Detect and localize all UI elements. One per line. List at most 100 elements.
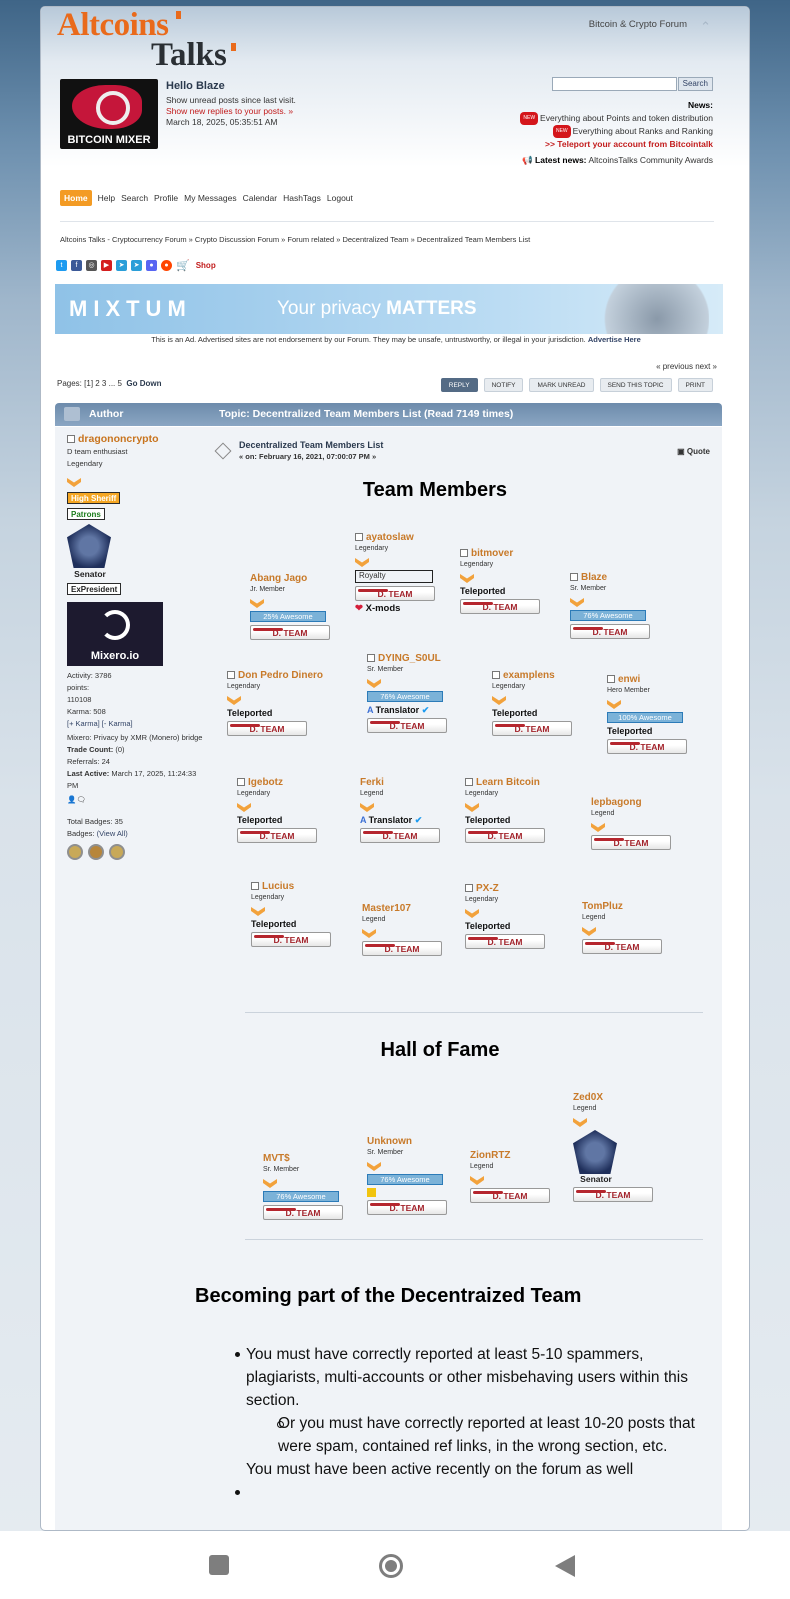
collapse-icon[interactable]: ⌃ — [700, 19, 711, 35]
telegram-icon[interactable]: ➤ — [116, 260, 127, 271]
search-button[interactable]: Search — [677, 77, 713, 91]
menu-help[interactable]: Help — [98, 193, 115, 203]
team-member-name[interactable]: ayatoslaw — [366, 532, 414, 543]
quote-button[interactable]: ▣ Quote — [677, 447, 710, 456]
news-item-1[interactable]: Everything about Points and token distri… — [540, 113, 713, 123]
poster-info: dragononcrypto D team enthusiast Legenda… — [67, 433, 207, 864]
replies-link[interactable]: Show new replies to your posts. — [166, 106, 286, 116]
online-checkbox-icon — [465, 884, 473, 892]
mixero-label: Mixero.io — [90, 650, 140, 662]
online-checkbox-icon — [492, 671, 500, 679]
translate-icon: A — [360, 815, 369, 825]
profile-icon[interactable]: 👤 — [67, 795, 76, 804]
news-panel: News: NEW Everything about Points and tok… — [520, 99, 713, 167]
menu-search[interactable]: Search — [121, 193, 148, 203]
post-title[interactable]: Decentralized Team Members List — [239, 440, 383, 450]
team-member-name[interactable]: Learn Bitcoin — [476, 777, 540, 788]
team-member: ayatoslaw Legendary Royalty D. TEAM ❤ X-mods — [355, 533, 435, 614]
logo-talks[interactable]: Talks — [151, 37, 227, 74]
team-member-name[interactable]: Blaze — [581, 572, 607, 583]
team-member-name[interactable]: Abang Jago — [250, 573, 307, 584]
teleported-badge: Teleported — [607, 726, 653, 736]
print-button[interactable]: PRINT — [677, 378, 713, 392]
twitter-icon[interactable]: t — [56, 260, 67, 271]
dteam-badge: D. TEAM — [573, 1187, 653, 1202]
telegram-icon[interactable]: ➤ — [131, 260, 142, 271]
notify-button[interactable]: NOTIFY — [483, 378, 524, 392]
instagram-icon[interactable]: ◎ — [86, 260, 97, 271]
team-member-name[interactable]: Don Pedro Dinero — [238, 670, 323, 681]
team-member-name[interactable]: lepbagong — [591, 797, 642, 808]
hof-member-name[interactable]: MVT$ — [263, 1153, 290, 1164]
mark-unread-button[interactable]: MARK UNREAD — [529, 378, 594, 392]
hof-member: Zed0X Legend Senator D. TEAM — [573, 1093, 653, 1202]
karma-links[interactable]: [+ Karma] [- Karma] — [67, 718, 207, 730]
hof-member-name[interactable]: Unknown — [367, 1136, 412, 1147]
mixero-banner[interactable]: Mixero.io — [67, 602, 163, 666]
teleported-badge: Teleported — [465, 815, 511, 825]
rank-chevron-icon — [591, 823, 605, 832]
team-member-rank: Legendary — [237, 790, 271, 797]
forum-page: Altcoins Talks Bitcoin & Crypto Forum ⌃ … — [40, 6, 750, 1531]
team-member-name[interactable]: PX-Z — [476, 883, 499, 894]
signature-text: Mixero: Privacy by XMR (Monero) bridge — [67, 733, 203, 742]
menu-calendar[interactable]: Calendar — [243, 193, 278, 203]
circle-icon[interactable] — [379, 1554, 403, 1578]
search-input[interactable] — [551, 77, 677, 91]
advertise-link[interactable]: Advertise Here — [588, 335, 641, 344]
bitcoin-mixer-banner[interactable]: BITCOIN MIXER — [60, 79, 158, 149]
dteam-badge: D. TEAM — [355, 586, 435, 601]
team-member-name[interactable]: TomPluz — [582, 901, 623, 912]
team-member-name[interactable]: Igebotz — [248, 777, 283, 788]
youtube-icon[interactable]: ▶ — [101, 260, 112, 271]
news-item-2[interactable]: Everything about Ranks and Ranking — [573, 126, 713, 136]
team-member-name[interactable]: DYING_S0UL — [378, 653, 441, 664]
facebook-icon[interactable]: f — [71, 260, 82, 271]
patrons-badge: Patrons — [67, 508, 105, 520]
send-topic-button[interactable]: SEND THIS TOPIC — [599, 378, 672, 392]
unread-link[interactable]: Show unread posts since last visit. — [166, 95, 296, 105]
team-member-name[interactable]: bitmover — [471, 548, 513, 559]
latest-news-link[interactable]: AltcoinsTalks Community Awards — [588, 155, 713, 165]
menu-messages[interactable]: My Messages — [184, 193, 236, 203]
cart-icon[interactable]: 🛒 — [176, 259, 190, 272]
mixtum-ad-banner[interactable]: MIXTUM Your privacy MATTERS — [55, 284, 723, 334]
team-member-name[interactable]: Lucius — [262, 881, 294, 892]
message-icon[interactable]: 🗨 — [76, 795, 86, 804]
hof-member-name[interactable]: ZionRTZ — [470, 1150, 511, 1161]
online-checkbox-icon — [570, 573, 578, 581]
square-icon[interactable] — [209, 1555, 229, 1575]
menu-logout[interactable]: Logout — [327, 193, 353, 203]
go-down-link[interactable]: Go Down — [126, 379, 161, 388]
team-member-name[interactable]: Master107 — [362, 903, 411, 914]
prev-next-links[interactable]: « previous next » — [656, 362, 717, 371]
team-member-name[interactable]: enwi — [618, 674, 640, 685]
rank-chevron-icon — [251, 907, 265, 916]
page-links[interactable]: [1] 2 3 ... 5 — [84, 379, 122, 388]
awesome-badge: 76% Awesome — [367, 1174, 443, 1185]
hof-member-name[interactable]: Zed0X — [573, 1092, 603, 1103]
team-member-name[interactable]: examplens — [503, 670, 555, 681]
rank-chevron-icon — [465, 909, 479, 918]
team-member: PX-Z Legendary Teleported D. TEAM — [465, 884, 545, 949]
menu-profile[interactable]: Profile — [154, 193, 178, 203]
reply-button[interactable]: REPLY — [440, 378, 478, 392]
author-column: Author — [89, 408, 124, 420]
discord-icon[interactable]: ● — [146, 260, 157, 271]
total-badges: Total Badges: 35 — [67, 817, 123, 826]
karma: Karma: 508 — [67, 707, 106, 716]
breadcrumb[interactable]: Altcoins Talks - Cryptocurrency Forum » … — [60, 235, 530, 244]
view-all-badges[interactable]: (View All) — [97, 829, 128, 838]
poster-name[interactable]: dragononcrypto — [78, 433, 159, 445]
team-member-name[interactable]: Ferki — [360, 777, 384, 788]
shop-link[interactable]: Shop — [196, 261, 216, 270]
verified-icon: ✔ — [419, 705, 430, 715]
reddit-icon[interactable]: ● — [161, 260, 172, 271]
menu-hashtags[interactable]: HashTags — [283, 193, 321, 203]
menu-home[interactable]: Home — [60, 190, 92, 206]
new-badge: NEW — [552, 125, 571, 138]
news-item-3[interactable]: >> Teleport your account from Bitcointal… — [545, 139, 713, 149]
rank-chevron-icon — [227, 696, 241, 705]
dteam-badge: D. TEAM — [250, 625, 330, 640]
social-links: t f ◎ ▶ ➤ ➤ ● ● 🛒 Shop — [56, 259, 216, 272]
